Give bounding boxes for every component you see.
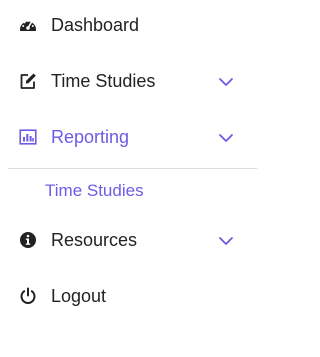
chevron-down-icon[interactable]: [217, 131, 235, 145]
submenu-item-time-studies[interactable]: Time Studies: [0, 176, 265, 206]
chevron-down-icon[interactable]: [217, 75, 235, 89]
menu-item-logout[interactable]: Logout: [0, 274, 265, 318]
menu-item-label: Logout: [51, 286, 107, 306]
menu-item-label: Time Studies: [51, 71, 156, 91]
menu-item-dashboard[interactable]: Dashboard: [0, 3, 265, 47]
bar-chart-icon: [19, 128, 37, 146]
submenu-item-label: Time Studies: [45, 181, 144, 200]
edit-icon: [19, 72, 37, 90]
menu-item-reporting[interactable]: Reporting: [0, 115, 265, 159]
menu-item-time-studies[interactable]: Time Studies: [0, 59, 265, 103]
sidebar-menu: Dashboard Time Studies Reporting Time St…: [0, 0, 265, 357]
menu-item-label: Dashboard: [51, 15, 140, 35]
info-circle-icon: [19, 231, 37, 249]
dashboard-gauge-icon: [19, 16, 37, 34]
submenu-divider: [8, 168, 257, 169]
menu-item-label: Resources: [51, 230, 138, 250]
menu-item-resources[interactable]: Resources: [0, 218, 265, 262]
power-icon: [19, 287, 37, 305]
chevron-down-icon[interactable]: [217, 234, 235, 248]
menu-item-label: Reporting: [51, 127, 130, 147]
